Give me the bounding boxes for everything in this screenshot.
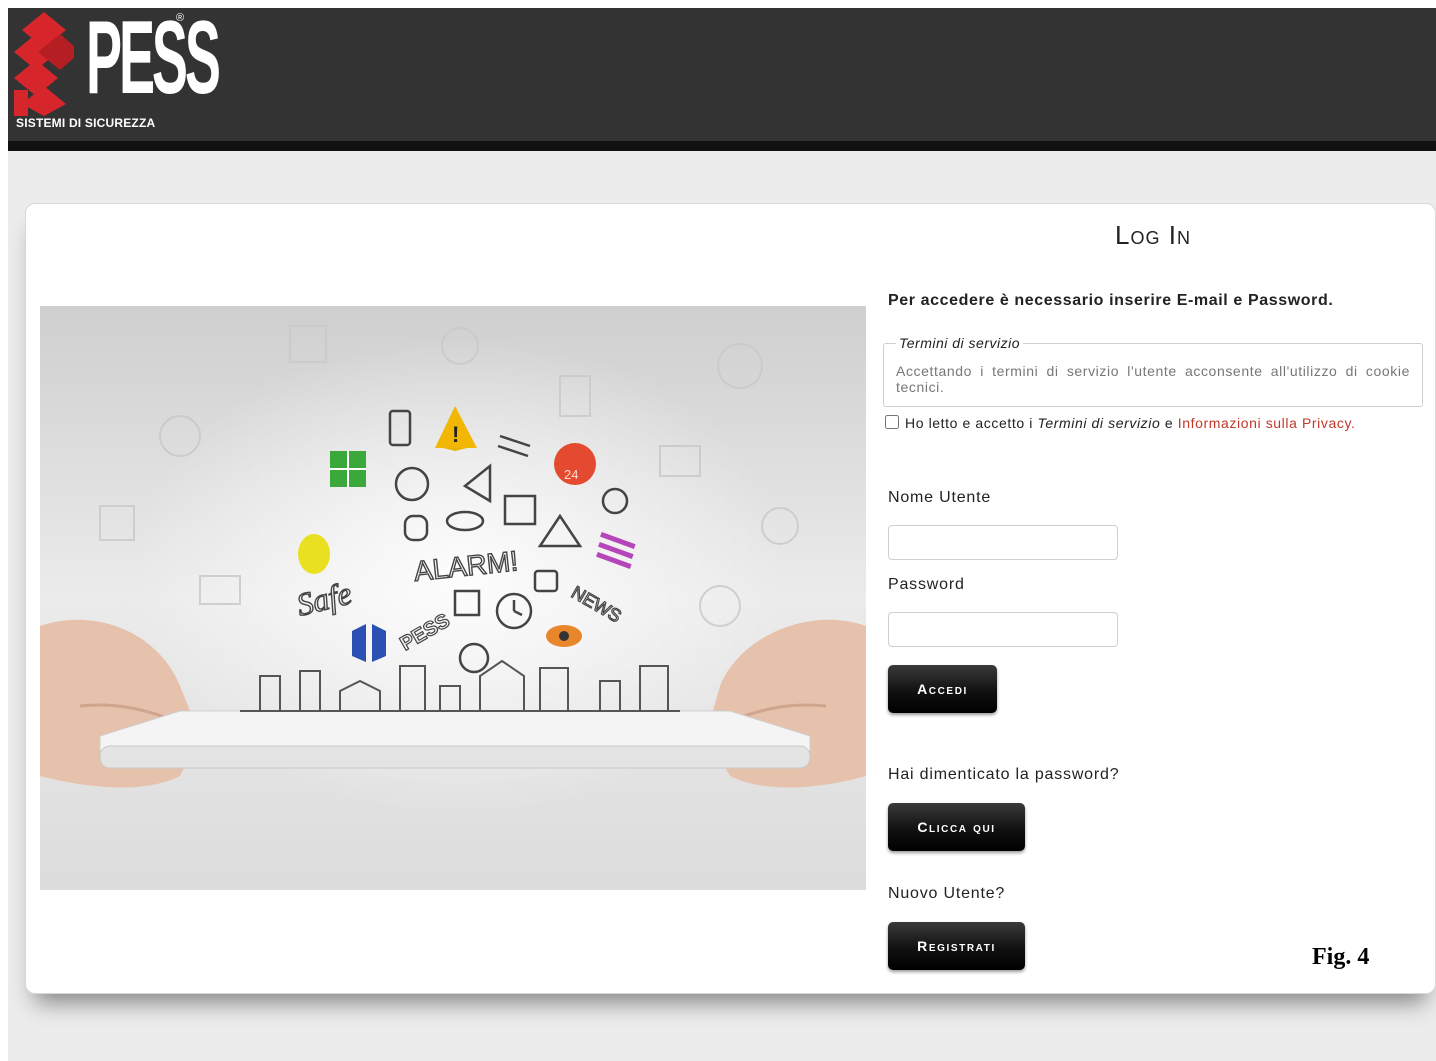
password-input[interactable] (888, 612, 1118, 647)
new-user-text: Nuovo Utente? (888, 885, 1006, 902)
hero-image: ! 24 ALARM! Safe NEWS PESS (40, 306, 866, 890)
site-header: PESS ® SISTEMI DI SICUREZZA (8, 6, 1436, 141)
pess-logo[interactable]: PESS ® SISTEMI DI SICUREZZA (14, 6, 221, 134)
accept-terms-checkbox[interactable] (885, 415, 899, 429)
forgot-password-button[interactable]: Clicca qui (888, 803, 1025, 851)
login-button[interactable]: Accedi (888, 665, 997, 713)
logo-mark-icon (14, 12, 74, 116)
accept-text-end: . (1351, 415, 1356, 431)
username-input[interactable] (888, 525, 1118, 560)
username-label: Nome Utente (888, 489, 992, 506)
hero-label-24: 24 (564, 467, 578, 482)
terms-legend: Termini di servizio (899, 335, 1021, 351)
accept-text-1: Ho letto e accetto i (905, 415, 1038, 431)
terms-fieldset: Termini di servizio Accettando i termini… (883, 335, 1423, 407)
figure-caption: Fig. 4 (1312, 944, 1370, 970)
light-bulb-icon (298, 534, 330, 574)
header-bottom-bar (8, 141, 1436, 151)
registered-mark: ® (176, 12, 185, 24)
terms-link[interactable]: Termini di servizio (1037, 415, 1160, 431)
login-title: Log In (1115, 220, 1191, 250)
register-button[interactable]: Registrati (888, 922, 1025, 970)
svg-text:!: ! (452, 422, 459, 447)
logo-wordmark: PESS (86, 0, 221, 116)
accept-terms-row: Ho letto e accetto i Termini di servizio… (881, 414, 1426, 432)
login-intro-text: Per accedere è necessario inserire E-mai… (888, 292, 1334, 309)
accept-text-2: e (1160, 415, 1178, 431)
privacy-link[interactable]: Informazioni sulla Privacy (1178, 415, 1351, 431)
terms-text: Accettando i termini di servizio l'utent… (896, 363, 1410, 395)
password-label: Password (888, 576, 965, 593)
logo-subtitle: SISTEMI DI SICUREZZA (16, 116, 156, 130)
forgot-password-text: Hai dimenticato la password? (888, 766, 1120, 783)
